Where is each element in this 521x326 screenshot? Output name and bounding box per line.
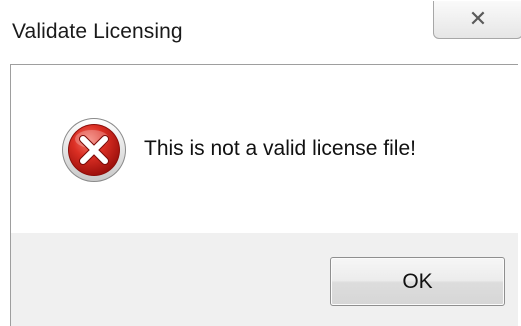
error-icon — [62, 118, 126, 182]
close-icon: ✕ — [468, 6, 488, 32]
window-title: Validate Licensing — [12, 20, 183, 43]
title-bar[interactable]: Validate Licensing ✕ — [0, 0, 521, 64]
message-area: This is not a valid license file! — [11, 65, 521, 233]
message-dialog: Validate Licensing ✕ This is not a valid… — [0, 0, 521, 326]
dialog-body: This is not a valid license file! OK — [10, 64, 521, 326]
close-button[interactable]: ✕ — [433, 1, 521, 39]
ok-button[interactable]: OK — [330, 257, 505, 306]
message-text: This is not a valid license file! — [144, 137, 416, 160]
button-bar: OK — [11, 233, 521, 326]
